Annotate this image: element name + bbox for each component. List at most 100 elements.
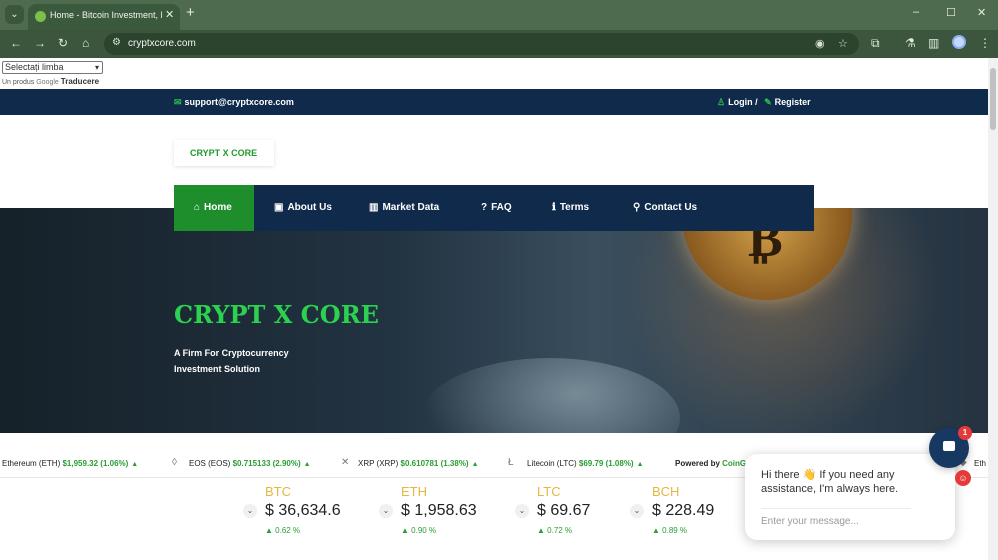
chevron-down-icon: ▾: [94, 63, 99, 72]
coin-card-ltc: LTC ⌄ $ 69.67 ▲ 0.72 %: [515, 482, 625, 542]
coin-change: ▲ 0.89 %: [652, 526, 687, 535]
ticker-name: EOS (EOS): [189, 459, 231, 468]
coin-value: $ 228.49: [652, 502, 715, 519]
chat-unread-badge: 1: [958, 426, 972, 440]
xrp-icon: ✕: [341, 457, 350, 468]
coin-symbol: BTC: [265, 484, 291, 499]
home-icon: ⌂: [194, 202, 201, 213]
info-icon: ℹ: [552, 202, 556, 213]
hero-subtitle-line-1: A Firm For Cryptocurrency: [174, 348, 289, 358]
chat-divider: [761, 508, 911, 509]
coin-symbol: LTC: [537, 484, 561, 499]
support-email[interactable]: ✉ support@cryptxcore.com: [174, 97, 294, 108]
ticker-item-eos[interactable]: EOS (EOS) $0.715133 (2.90%) ▲: [189, 459, 311, 468]
browser-tab-bar: ⌄ Home - Bitcoin Investment, Bitc ✕ + – …: [0, 0, 998, 30]
ticker-item-trailing: Eth: [974, 459, 987, 468]
reload-icon[interactable]: ↻: [58, 36, 68, 50]
maximize-button[interactable]: ☐: [946, 6, 956, 19]
translate-link[interactable]: Traducere: [61, 77, 99, 86]
nav-label-faq: FAQ: [491, 202, 512, 213]
profile-avatar[interactable]: [952, 35, 966, 49]
coin-value: $ 36,634.6: [265, 502, 341, 519]
nav-item-home[interactable]: ⌂ Home: [174, 185, 254, 231]
question-icon: ?: [481, 202, 488, 213]
close-window-button[interactable]: ✕: [977, 6, 986, 19]
hero-subtitle-line-2: Investment Solution: [174, 364, 261, 374]
triangle-up-icon: ▲: [401, 526, 412, 535]
site-logo[interactable]: CRYPT X CORE: [174, 140, 274, 166]
site-info-icon[interactable]: ⚙: [112, 37, 121, 48]
envelope-icon: ✉: [174, 97, 182, 107]
language-select[interactable]: Selectați limba ▾: [2, 61, 103, 74]
ticker-price: $69.79 (1.08%): [578, 459, 634, 468]
powered-brand: CoinG: [722, 459, 747, 468]
browser-tab[interactable]: Home - Bitcoin Investment, Bitc ✕: [28, 4, 180, 30]
ticker-price: $0.715133 (2.90%): [232, 459, 301, 468]
coin-change-text: 0.90 %: [411, 526, 437, 535]
chevron-down-icon[interactable]: ⌄: [515, 504, 529, 518]
new-tab-button[interactable]: +: [186, 4, 195, 21]
chat-popup: Hi there 👋 If you need any assistance, I…: [745, 454, 955, 540]
main-navigation: ⌂ Home ▣ About Us ▥ Market Data ? FAQ ℹ Terms…: [174, 185, 814, 231]
triangle-up-icon: ▲: [303, 461, 311, 468]
hero-subtitle: A Firm For Cryptocurrency Investment Sol…: [174, 345, 304, 377]
translate-credit: Un produs Google Traducere: [2, 77, 99, 86]
chat-message-input[interactable]: Enter your message...: [761, 516, 859, 527]
ticker-item-eth[interactable]: Ethereum (ETH) $1,959.32 (1.06%) ▲: [2, 459, 138, 468]
labs-icon[interactable]: ⚗: [905, 36, 916, 50]
top-contact-bar: ✉ support@cryptxcore.com ♙ Login / ✎ Regist…: [0, 89, 988, 115]
chevron-down-icon[interactable]: ⌄: [630, 504, 644, 518]
nav-item-about[interactable]: ▣ About Us: [274, 185, 332, 231]
powered-prefix: Powered by: [675, 459, 720, 468]
coin-value: $ 1,958.63: [401, 502, 477, 519]
coin-card-bch: BCH ⌄ $ 228.49 ▲ 0.89 %: [630, 482, 740, 542]
chevron-down-icon[interactable]: ⌄: [379, 504, 393, 518]
nav-item-market-data[interactable]: ▥ Market Data: [369, 185, 439, 231]
scrollbar-thumb[interactable]: [990, 68, 996, 130]
tab-close-icon[interactable]: ✕: [165, 8, 174, 21]
auth-links: ♙ Login / ✎ Register: [717, 97, 811, 108]
login-link[interactable]: Login /: [728, 97, 758, 107]
ticker-name: XRP (XRP): [358, 459, 399, 468]
address-bar[interactable]: ⚙ cryptxcore.com ◉ ☆: [104, 33, 859, 55]
nav-item-faq[interactable]: ? FAQ: [481, 185, 512, 231]
side-panel-icon[interactable]: ▥: [928, 36, 939, 50]
eye-off-icon[interactable]: ◉: [815, 37, 825, 50]
nav-item-contact[interactable]: ⚲ Contact Us: [633, 185, 697, 231]
url-text[interactable]: cryptxcore.com: [128, 38, 196, 49]
register-link[interactable]: Register: [775, 97, 811, 107]
bookmark-star-icon[interactable]: ☆: [838, 37, 848, 50]
ticker-item-ltc[interactable]: Litecoin (LTC) $69.79 (1.08%) ▲: [527, 459, 644, 468]
home-browser-icon[interactable]: ⌂: [82, 36, 89, 50]
extensions-icon[interactable]: ⧉: [871, 36, 880, 51]
tab-search-button[interactable]: ⌄: [5, 5, 24, 24]
forward-icon[interactable]: →: [34, 36, 46, 50]
coin-card-btc: BTC ⌄ $ 36,634.6 ▲ 0.62 %: [243, 482, 353, 542]
google-logo: Google: [36, 79, 59, 86]
ticker-price: $0.610781 (1.38%): [400, 459, 469, 468]
menu-kebab-icon[interactable]: ⋮: [979, 36, 991, 50]
ticker-name: Ethereum (ETH): [2, 459, 61, 468]
coin-change-text: 0.62 %: [275, 526, 301, 535]
back-icon[interactable]: ←: [10, 36, 22, 50]
nav-label-home: Home: [204, 202, 232, 213]
coin-symbol: BCH: [652, 484, 680, 499]
chevron-down-icon[interactable]: ⌄: [243, 504, 257, 518]
triangle-up-icon: ▲: [131, 461, 139, 468]
page-viewport: Selectați limba ▾ Un produs Google Tradu…: [0, 58, 988, 560]
nav-label-market-data: Market Data: [382, 202, 440, 213]
chat-agent-icon[interactable]: ☺: [955, 470, 971, 486]
page-scrollbar[interactable]: [988, 58, 998, 560]
coin-change: ▲ 0.62 %: [265, 526, 300, 535]
ticker-powered-by[interactable]: Powered by CoinG: [675, 459, 746, 468]
edit-icon: ✎: [764, 97, 772, 107]
logo-text: CRYPT X CORE: [190, 148, 258, 158]
minimize-button[interactable]: –: [913, 6, 919, 18]
nav-item-terms[interactable]: ℹ Terms: [552, 185, 589, 231]
coin-change-text: 0.72 %: [547, 526, 573, 535]
id-card-icon: ▣: [274, 202, 284, 213]
browser-toolbar: ← → ↻ ⌂ ⚙ cryptxcore.com ◉ ☆ ⧉ ⚗ ▥ ⋮: [0, 30, 998, 58]
ticker-price: $1,959.32 (1.06%): [62, 459, 129, 468]
triangle-up-icon: ▲: [471, 461, 479, 468]
ticker-item-xrp[interactable]: XRP (XRP) $0.610781 (1.38%) ▲: [358, 459, 479, 468]
